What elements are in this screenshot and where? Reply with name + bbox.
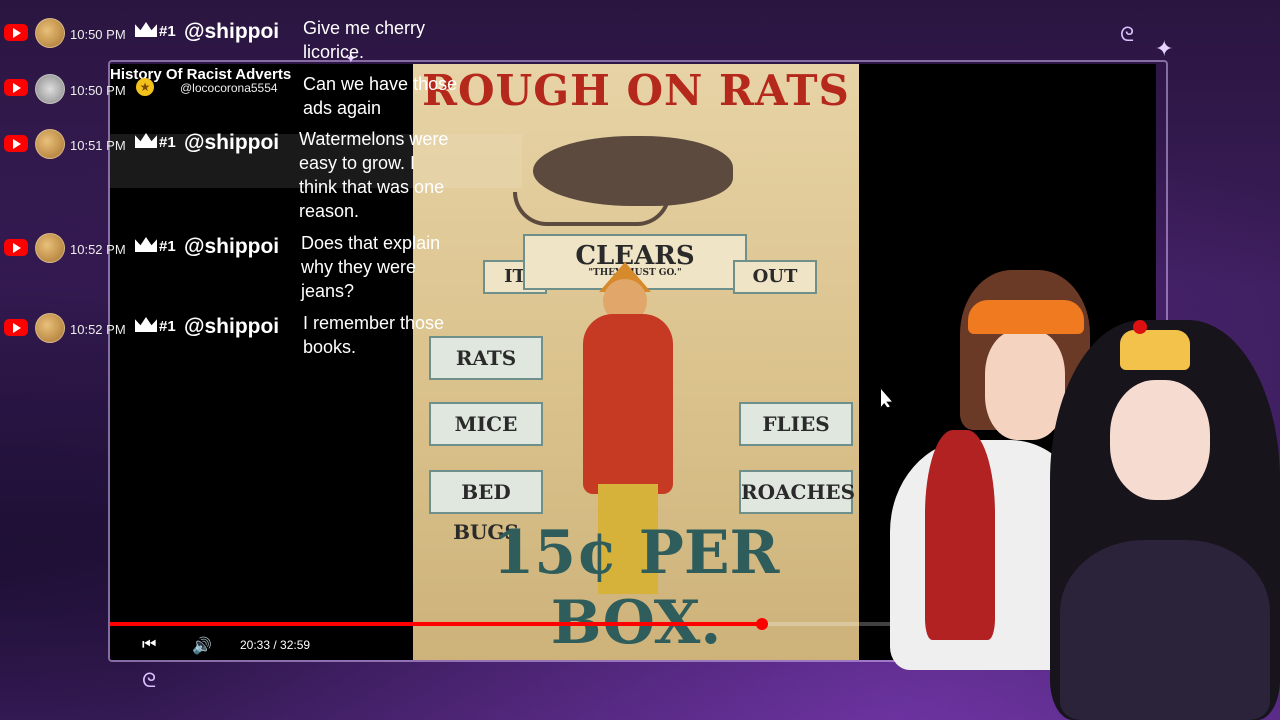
vtuber-left-vest (925, 430, 995, 640)
message-time: 10:50 PM (70, 83, 126, 98)
message-text-line: why they were (301, 257, 417, 277)
avatar (35, 129, 65, 159)
badge-rank: #1 (159, 318, 176, 335)
message-text-line: Can we have those (303, 74, 458, 94)
youtube-icon (4, 135, 28, 152)
avatar (35, 313, 65, 343)
pudding-hat-icon (1120, 330, 1190, 370)
message-text-line: ads again (303, 98, 382, 118)
frame-ornament-icon: ᘓ (1120, 24, 1135, 46)
member-badge: #1 (135, 133, 176, 151)
message-text-line: I remember those (303, 313, 445, 333)
message-text-line: reason. (299, 201, 360, 221)
badge-rank: #1 (159, 134, 176, 151)
youtube-icon (4, 319, 28, 336)
message-username: @lococorona5554 (180, 81, 278, 95)
message-text-line: books. (303, 337, 357, 357)
message-username: @shippoi (184, 131, 280, 154)
youtube-icon (4, 239, 28, 256)
vtuber-left-face (985, 330, 1065, 440)
avatar (35, 233, 65, 263)
message-text-line: Watermelons were (299, 129, 449, 149)
message-text-line: licorice. (303, 42, 365, 62)
message-time: 10:51 PM (70, 138, 126, 153)
crown-icon (135, 317, 157, 332)
avatar (35, 18, 65, 48)
message-time: 10:50 PM (70, 27, 126, 42)
member-badge: #1 (135, 22, 176, 40)
message-username: @shippoi (184, 315, 280, 338)
message-time: 10:52 PM (70, 242, 126, 257)
message-time: 10:52 PM (70, 322, 126, 337)
message-text-line: easy to grow. I (299, 153, 416, 173)
sparkle-icon: ✦ (1155, 36, 1174, 61)
cherry-icon (1133, 320, 1147, 334)
message-text-line: Give me cherry (303, 18, 426, 38)
message-text-line: jeans? (301, 281, 355, 301)
frame-ornament-bottom-icon: ᘓ (142, 670, 157, 692)
member-badge: #1 (135, 237, 176, 255)
star-badge-icon: ★ (136, 78, 154, 96)
crown-icon (135, 133, 157, 148)
crown-icon (135, 22, 157, 37)
vtuber-right-face (1110, 380, 1210, 500)
youtube-icon (4, 24, 28, 41)
message-username: @shippoi (184, 20, 280, 43)
member-badge: #1 (135, 317, 176, 335)
crown-icon (135, 237, 157, 252)
youtube-icon (4, 79, 28, 96)
avatar (35, 74, 65, 104)
message-username: @shippoi (184, 235, 280, 258)
badge-rank: #1 (159, 23, 176, 40)
vtuber-right-body (1060, 540, 1270, 720)
vtuber-left-cap (968, 300, 1084, 334)
message-text-line: Does that explain (301, 233, 441, 253)
message-text-line: think that was one (299, 177, 445, 197)
badge-rank: #1 (159, 238, 176, 255)
